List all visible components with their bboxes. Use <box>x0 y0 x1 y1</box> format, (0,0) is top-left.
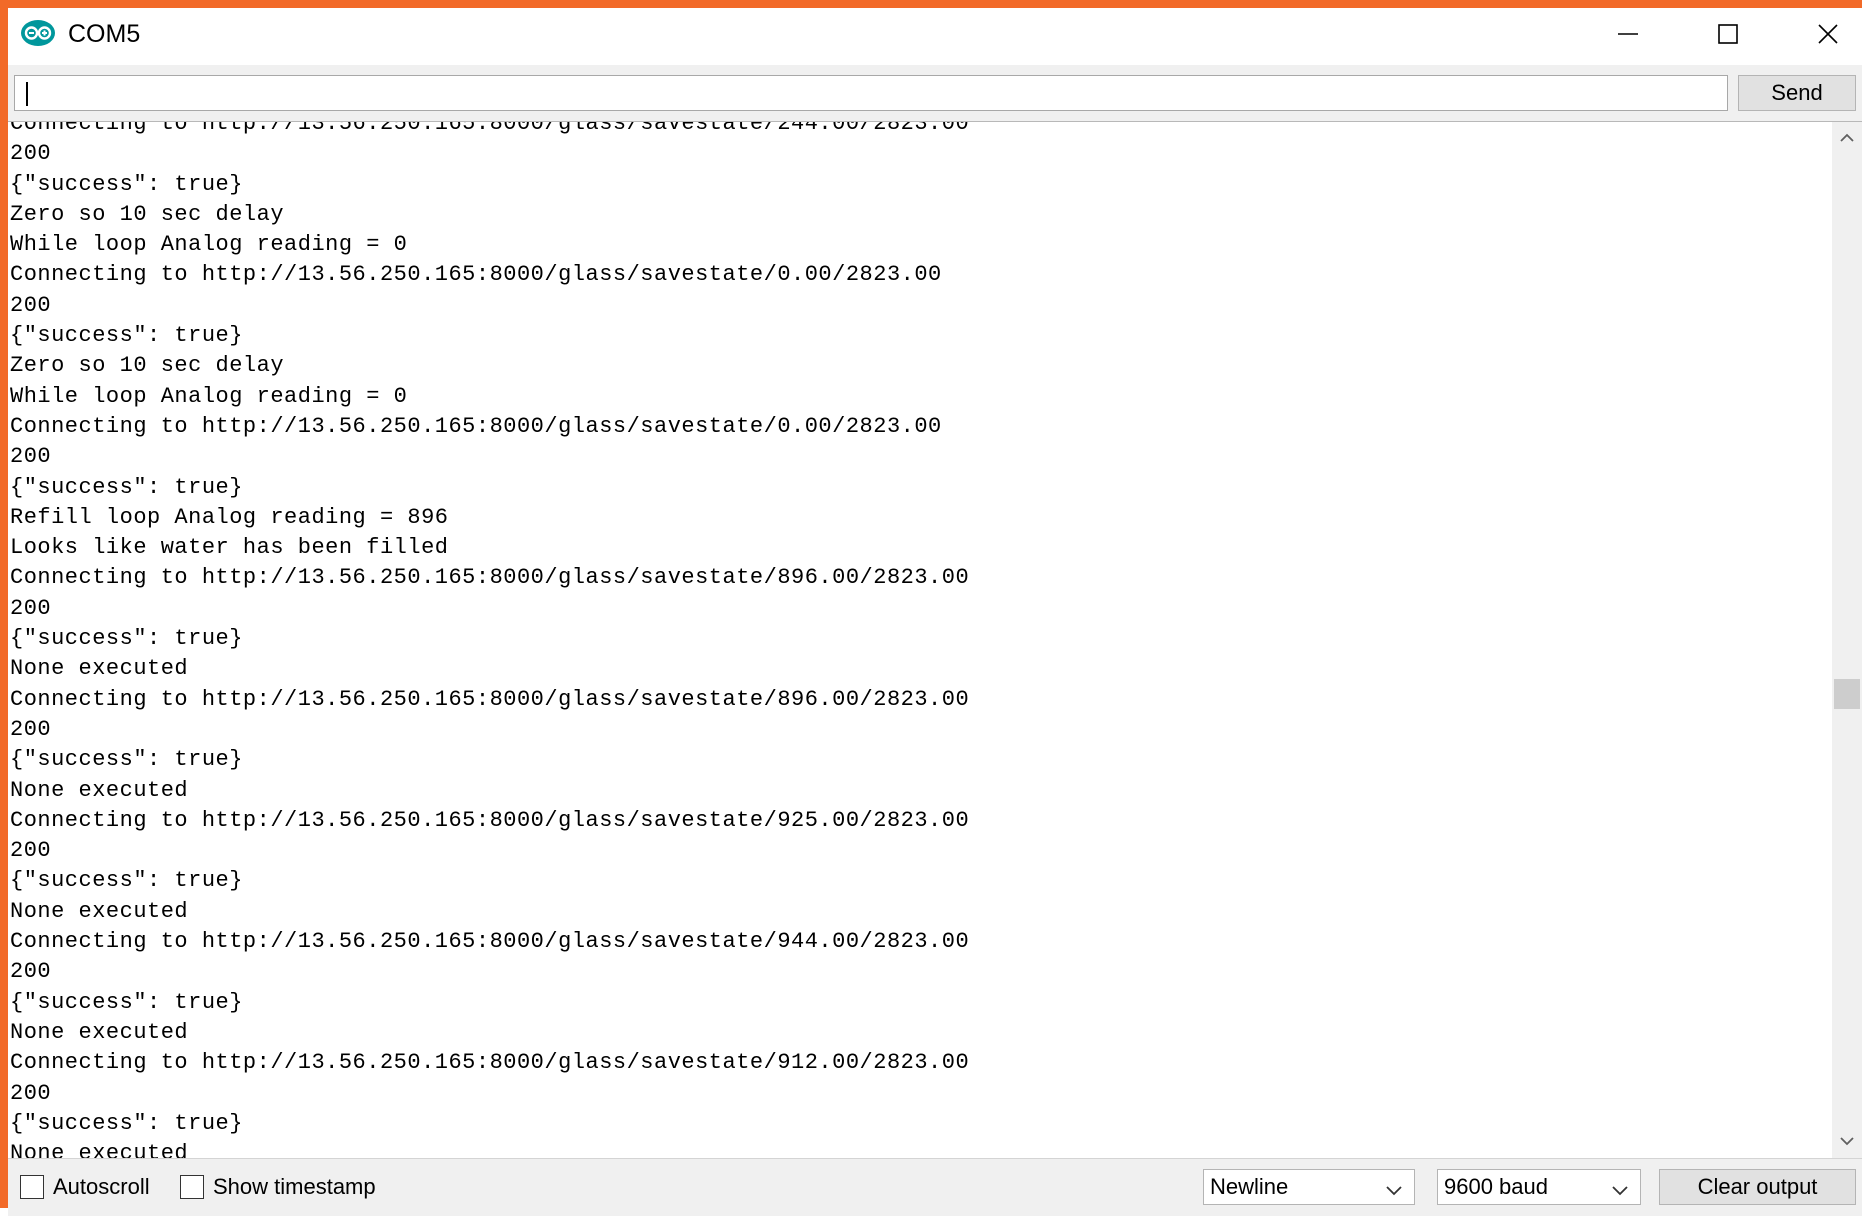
output-line: Connecting to http://13.56.250.165:8000/… <box>10 565 970 591</box>
output-line: None executed <box>10 898 189 924</box>
title-bar[interactable]: COM5 <box>8 8 1862 65</box>
output-line: Refill loop Analog reading = 896 <box>10 504 449 530</box>
maximize-button[interactable] <box>1678 8 1778 65</box>
chevron-down-icon <box>1610 1179 1630 1197</box>
output-line: Connecting to http://13.56.250.165:8000/… <box>10 929 970 955</box>
output-line: 200 <box>10 838 52 864</box>
timestamp-checkbox[interactable] <box>180 1175 204 1199</box>
clear-output-button[interactable]: Clear output <box>1659 1169 1856 1205</box>
vertical-scrollbar[interactable] <box>1832 122 1862 1158</box>
scroll-down-button[interactable] <box>1832 1127 1862 1157</box>
baud-rate-select[interactable]: 9600 baud <box>1437 1169 1641 1205</box>
serial-input[interactable] <box>14 75 1728 111</box>
output-line: None executed <box>10 1019 189 1045</box>
timestamp-label: Show timestamp <box>213 1174 376 1199</box>
maximize-icon <box>1717 23 1739 50</box>
bottom-bar: Autoscroll Show timestamp Newline 9600 b… <box>8 1158 1862 1216</box>
output-line: {"success": true} <box>10 1110 243 1136</box>
output-line: {"success": true} <box>10 474 243 500</box>
serial-monitor-window: COM5 Send Connecting to http://13.56.250… <box>0 0 1862 1216</box>
output-line: Connecting to http://13.56.250.165:8000/… <box>10 807 970 833</box>
scrollbar-thumb[interactable] <box>1834 679 1860 709</box>
output-line: None executed <box>10 777 189 803</box>
close-button[interactable] <box>1778 8 1862 65</box>
output-line: Connecting to http://13.56.250.165:8000/… <box>10 262 942 288</box>
output-line: {"success": true} <box>10 747 243 773</box>
chevron-up-icon <box>1839 130 1855 148</box>
output-line: 200 <box>10 444 52 470</box>
output-line: 200 <box>10 716 52 742</box>
chevron-down-icon <box>1839 1133 1855 1151</box>
timestamp-toggle[interactable]: Show timestamp <box>180 1172 376 1202</box>
output-line: None executed <box>10 656 189 682</box>
output-line: While loop Analog reading = 0 <box>10 383 408 409</box>
output-lines: Connecting to http://13.56.250.165:8000/… <box>10 121 1828 1158</box>
output-line: 200 <box>10 1080 52 1106</box>
output-line: 200 <box>10 959 52 985</box>
autoscroll-checkbox[interactable] <box>20 1175 44 1199</box>
output-line: Connecting to http://13.56.250.165:8000/… <box>10 121 970 136</box>
line-ending-value: Newline <box>1210 1174 1289 1199</box>
close-icon <box>1817 23 1839 50</box>
output-line: 200 <box>10 595 52 621</box>
output-line: Looks like water has been filled <box>10 535 449 561</box>
send-button[interactable]: Send <box>1738 75 1856 111</box>
output-line: {"success": true} <box>10 626 243 652</box>
scroll-up-button[interactable] <box>1832 124 1862 154</box>
output-line: {"success": true} <box>10 868 243 894</box>
autoscroll-toggle[interactable]: Autoscroll <box>20 1172 150 1202</box>
output-line: Connecting to http://13.56.250.165:8000/… <box>10 686 970 712</box>
baud-rate-value: 9600 baud <box>1444 1174 1548 1199</box>
output-line: While loop Analog reading = 0 <box>10 232 408 258</box>
output-line: Connecting to http://13.56.250.165:8000/… <box>10 413 942 439</box>
output-line: {"success": true} <box>10 989 243 1015</box>
output-line: None executed <box>10 1141 189 1158</box>
output-line: Connecting to http://13.56.250.165:8000/… <box>10 1050 970 1076</box>
output-line: Zero so 10 sec delay <box>10 353 285 379</box>
text-caret <box>26 82 28 106</box>
window-title: COM5 <box>68 20 141 48</box>
minimize-button[interactable] <box>1578 8 1678 65</box>
serial-output[interactable]: Connecting to http://13.56.250.165:8000/… <box>8 121 1862 1158</box>
output-line: {"success": true} <box>10 171 243 197</box>
output-line: {"success": true} <box>10 323 243 349</box>
output-line: 200 <box>10 141 52 167</box>
line-ending-select[interactable]: Newline <box>1203 1169 1415 1205</box>
output-line: Zero so 10 sec delay <box>10 201 285 227</box>
output-line: 200 <box>10 292 52 318</box>
send-bar: Send <box>8 65 1862 121</box>
chevron-down-icon <box>1384 1179 1404 1197</box>
minimize-icon <box>1617 23 1639 50</box>
autoscroll-label: Autoscroll <box>53 1174 150 1199</box>
arduino-logo-icon <box>20 18 56 48</box>
